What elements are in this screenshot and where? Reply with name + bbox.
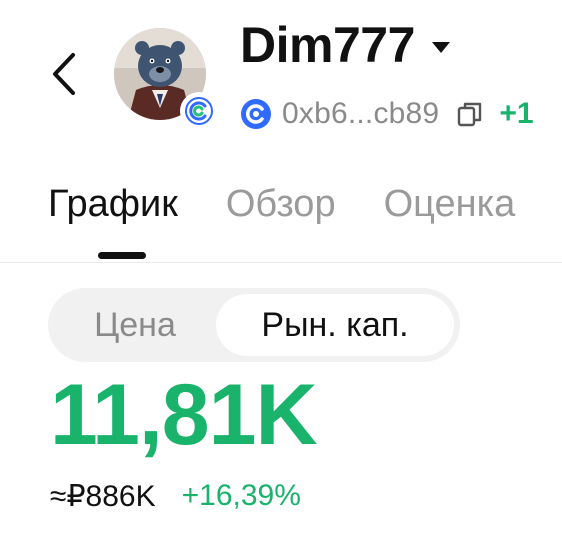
fiat-value: ≈₽886K xyxy=(50,479,156,513)
address-row: 0xb6...cb89 +1 xyxy=(240,96,534,132)
market-cap-value: 11,81K xyxy=(50,367,318,463)
chain-badge-icon xyxy=(185,97,213,125)
value-sub-row: ≈₽886K +16,39% xyxy=(50,476,301,516)
percent-change: +16,39% xyxy=(181,479,301,512)
contract-address: 0xb6...cb89 xyxy=(282,97,440,130)
section-tabs: График Обзор Оценка xyxy=(48,176,562,232)
tab-overview[interactable]: Обзор xyxy=(226,176,336,232)
token-name: Dim777 xyxy=(240,17,415,73)
token-selector[interactable]: Dim777 xyxy=(240,14,451,76)
segment-price[interactable]: Цена xyxy=(58,294,212,356)
tab-rating[interactable]: Оценка xyxy=(384,176,516,232)
header-change: +1 xyxy=(499,97,534,130)
chain-badge xyxy=(180,92,218,130)
token-detail-page: Dim777 0xb6...cb89 +1 График Обзор Оценк… xyxy=(0,0,562,554)
segment-market-cap[interactable]: Рын. кап. xyxy=(216,294,454,356)
chevron-left-icon xyxy=(53,53,75,95)
chain-logo-icon xyxy=(241,99,271,129)
price-mcap-toggle: Цена Рын. кап. xyxy=(48,288,460,362)
caret-down-icon xyxy=(431,42,450,53)
token-avatar-group xyxy=(114,28,218,130)
tabs-divider xyxy=(0,262,562,263)
tab-chart[interactable]: График xyxy=(48,176,178,232)
copy-icon[interactable] xyxy=(455,99,485,129)
back-button[interactable] xyxy=(42,50,86,98)
active-tab-indicator xyxy=(98,252,146,259)
